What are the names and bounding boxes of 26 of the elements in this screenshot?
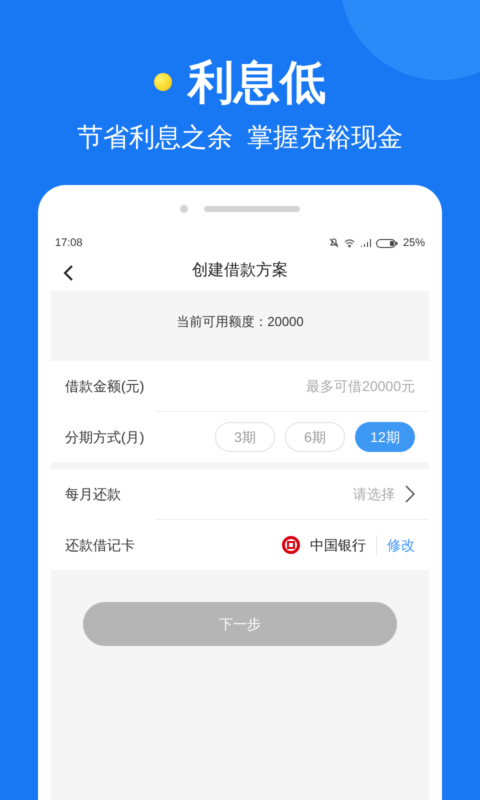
- installment-option[interactable]: 12期: [355, 422, 415, 452]
- battery-icon: [376, 238, 398, 248]
- chevron-right-icon: [405, 485, 415, 503]
- amount-input[interactable]: 最多可借20000元: [215, 376, 415, 396]
- installment-option[interactable]: 6期: [285, 422, 345, 452]
- headline: 利息低: [188, 59, 326, 105]
- bell-off-icon: [328, 238, 339, 248]
- field-label: 还款借记卡: [65, 536, 135, 554]
- subtitle: 节省利息之余 掌握充裕现金: [76, 124, 404, 150]
- repayment-select[interactable]: 请选择: [353, 484, 415, 504]
- camera-icon: [180, 205, 188, 213]
- status-time: 17:08: [55, 236, 83, 251]
- field-label: 每月还款: [65, 484, 121, 504]
- change-link[interactable]: 修改: [387, 534, 415, 556]
- field-label: 借款金额(元): [65, 376, 144, 396]
- signal-icon: [360, 239, 371, 247]
- speaker-icon: [204, 206, 300, 212]
- installment-option[interactable]: 3期: [215, 422, 275, 452]
- battery-level: 25%: [402, 236, 425, 251]
- bank-name: 中国银行: [310, 536, 366, 554]
- bullet-icon: [154, 73, 172, 91]
- field-label: 分期方式(月): [65, 428, 144, 447]
- bank-logo-icon: [282, 536, 300, 554]
- available-quota: 当前可用额度：20000: [176, 313, 304, 332]
- wifi-icon: [344, 238, 355, 248]
- screen-title: 创建借款方案: [192, 260, 288, 281]
